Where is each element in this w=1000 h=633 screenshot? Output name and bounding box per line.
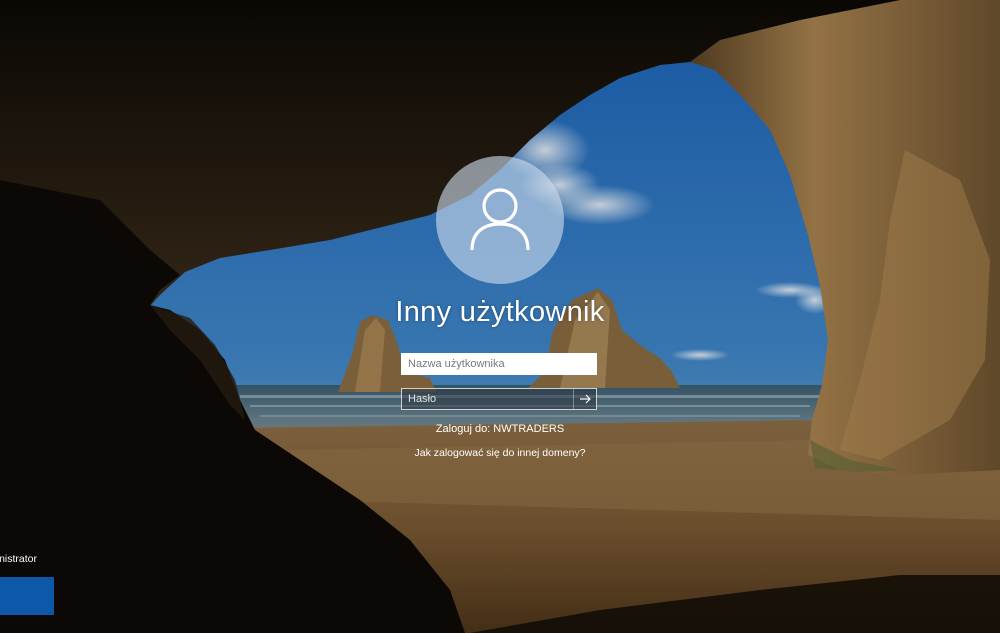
user-list-tile[interactable] <box>0 577 54 615</box>
password-field-container <box>401 388 597 410</box>
submit-button[interactable] <box>573 389 596 409</box>
user-list-item-label[interactable]: ministrator <box>0 553 37 565</box>
password-input[interactable] <box>402 389 574 409</box>
username-input[interactable] <box>401 353 597 375</box>
lock-screen: Inny użytkownik Zaloguj do: NWTRADERS Ja… <box>0 0 1000 633</box>
other-domain-link[interactable]: Jak zalogować się do innej domeny? <box>300 447 700 459</box>
user-avatar <box>436 156 564 284</box>
user-name-heading: Inny użytkownik <box>395 296 605 328</box>
sign-in-domain-text: Zaloguj do: NWTRADERS <box>435 423 565 435</box>
arrow-right-icon <box>580 394 591 404</box>
user-silhouette-icon <box>470 188 530 250</box>
